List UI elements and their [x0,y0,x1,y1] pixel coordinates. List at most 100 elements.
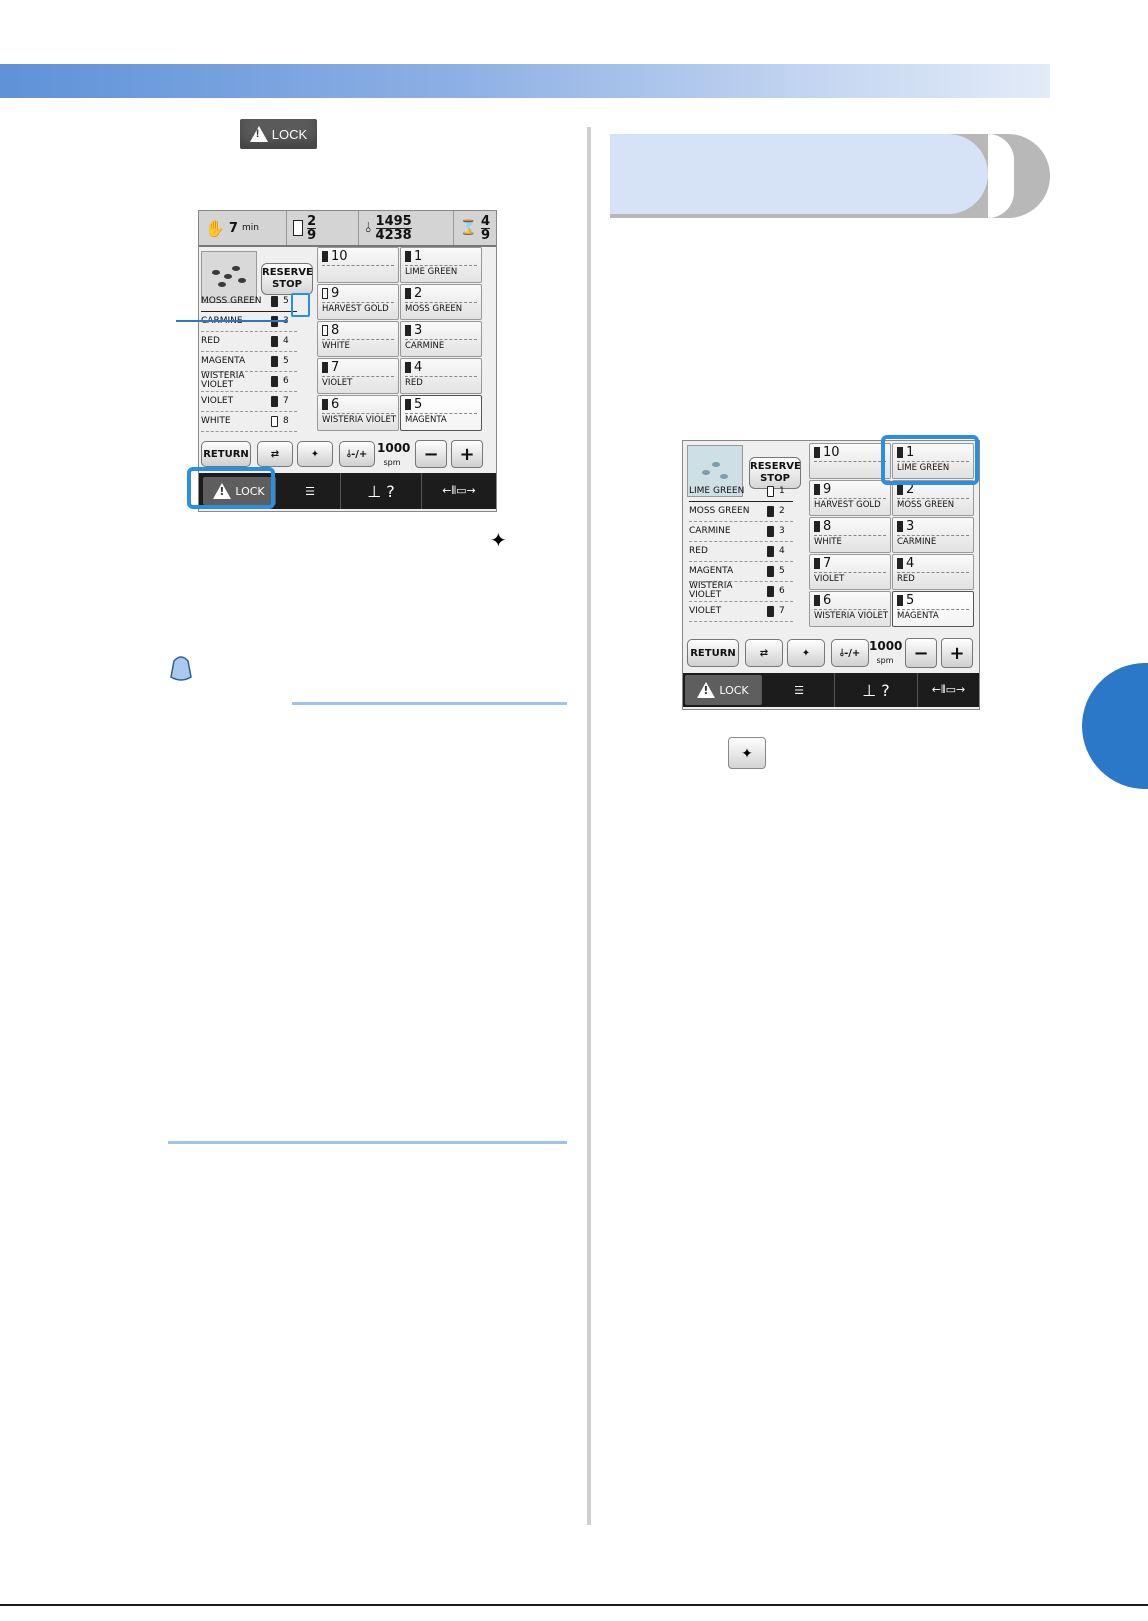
thread-spool-icon [322,288,328,299]
thread-swap-button[interactable]: ⇄ [257,441,293,467]
color-list-item: MOSS GREEN 5 [201,291,297,312]
speed-display: 1000 spm [377,441,411,467]
color-list-item: WISTERIA VIOLET 6 [689,581,793,602]
magic-wand-button[interactable]: ✦ [787,639,825,667]
needle-cell[interactable]: 3 CARMINE [400,321,482,357]
bottom-bar: LOCK ☰ ⊥ ? ←⫴▭→ [683,673,979,707]
thread-spool-icon [897,484,903,495]
thread-spool-icon [814,447,820,458]
header-band [0,64,1050,98]
thread-spool-icon [814,521,820,532]
color-counter: 29 [307,213,317,243]
needle-cell[interactable]: 2 MOSS GREEN [892,480,974,516]
note-rule-bottom [168,1141,567,1144]
lock-button[interactable]: LOCK [685,675,762,705]
thread-spool-icon [271,375,278,387]
color-list-item: LIME GREEN 1 [689,481,793,502]
needle-cell[interactable]: 4 RED [400,358,482,394]
speed-minus-button[interactable]: − [905,638,937,668]
needle-cell[interactable]: 10 [809,443,891,479]
help-icon[interactable]: ⊥ ? [341,473,422,509]
needle-icon: ⫰ [365,220,372,236]
thread-spool-icon [405,399,411,410]
column-divider [587,127,591,1525]
speed-minus-button[interactable]: − [415,440,447,468]
help-icon[interactable]: ⊥ ? [835,673,918,707]
color-list-item: RED 4 [201,331,297,352]
needle-cell[interactable]: 1 LIME GREEN [400,247,482,283]
presser-foot-icon[interactable]: ←⫴▭→ [918,673,979,707]
checklist-icon[interactable]: ☰ [764,673,835,707]
checklist-icon[interactable]: ☰ [280,473,341,509]
right-screen-panel: RESERVE STOP LIME GREEN 1 MOSS GREEN 2 CARMIN… [682,435,980,710]
lock-label: LOCK [271,126,308,142]
needle-cell[interactable]: 9 HARVEST GOLD [317,284,399,320]
thread-spool-icon [767,585,774,597]
needle-adjust-button[interactable]: ⫰-/+ [831,639,869,667]
thread-swap-button[interactable]: ⇄ [745,639,783,667]
thread-spool-icon [271,415,278,427]
thread-spool-icon [271,295,278,307]
thread-spool-icon [767,525,774,537]
thread-spool-icon [322,251,328,262]
time-counter: 49 [480,213,490,243]
thread-spool-icon [897,558,903,569]
thread-spool-icon [767,605,774,617]
thread-spool-icon [767,485,774,497]
color-list-item: RED 4 [689,541,793,562]
warning-icon [249,126,268,142]
presser-foot-icon[interactable]: ←⫴▭→ [422,473,496,509]
wand-highlight [291,293,310,317]
time-unit: min [241,223,259,233]
thread-spool-icon [405,251,411,262]
needle-cell[interactable]: 8 WHITE [317,321,399,357]
needle-cell[interactable]: 8 WHITE [809,517,891,553]
status-bar: ✋ 7 min 29 ⫰ 1495 4238 ⌛ 49 [199,211,496,247]
needle-cell[interactable]: 3 CARMINE [892,517,974,553]
warning-icon [697,682,716,698]
needle-cell[interactable]: 9 HARVEST GOLD [809,480,891,516]
thread-spool-icon [322,399,328,410]
thread-spool-icon [322,362,328,373]
thread-spool-icon [897,595,903,606]
thread-spool-icon [405,325,411,336]
left-screen-panel: ✋ 7 min 29 ⫰ 1495 4238 ⌛ 49 RESERVE STOP… [187,210,497,512]
color-list-item: WISTERIA VIOLET 6 [201,371,297,392]
needle-cell[interactable]: 2 MOSS GREEN [400,284,482,320]
lock-button-inline[interactable]: LOCK [240,119,317,149]
speed-display: 1000 spm [869,639,903,665]
hand-icon: ✋ [205,218,225,238]
thread-spool-icon [814,558,820,569]
speed-plus-button[interactable]: + [941,638,973,668]
needle-cell[interactable]: 6 WISTERIA VIOLET [809,591,891,627]
color-list-item: MOSS GREEN 2 [689,501,793,522]
thread-spool-icon [405,362,411,373]
needle-cell[interactable]: 10 [317,247,399,283]
thread-spool-icon [322,325,328,336]
note-rule-top [292,702,567,705]
color-list-item: MAGENTA 5 [689,561,793,582]
thread-spool-icon [767,545,774,557]
hourglass-icon: ⌛ [459,220,477,236]
needle-cell[interactable]: 5 MAGENTA [892,591,974,627]
needle-cell[interactable]: 5 MAGENTA [400,395,482,431]
speed-plus-button[interactable]: + [451,440,483,468]
color-list-item: VIOLET 7 [201,391,297,412]
magic-wand-button[interactable]: ✦ [297,441,333,467]
thread-spool-icon [897,521,903,532]
needle-adjust-button[interactable]: ⫰-/+ [339,441,375,467]
needle-cell[interactable]: 4 RED [892,554,974,590]
return-button[interactable]: RETURN [687,639,739,667]
time-left: 7 [228,220,238,236]
magic-wand-button-icon: ✦ [728,737,766,769]
needle-cell[interactable]: 7 VIOLET [809,554,891,590]
chapter-tab [1082,663,1148,789]
thread-spool-icon [293,220,304,236]
needle-cell[interactable]: 7 VIOLET [317,358,399,394]
section-heading-pill [610,134,1050,218]
needle-cell[interactable]: 6 WISTERIA VIOLET [317,395,399,431]
lock-highlight [187,467,275,509]
thread-spool-icon [405,288,411,299]
return-button[interactable]: RETURN [201,441,251,467]
footer-rule [0,1604,1148,1606]
